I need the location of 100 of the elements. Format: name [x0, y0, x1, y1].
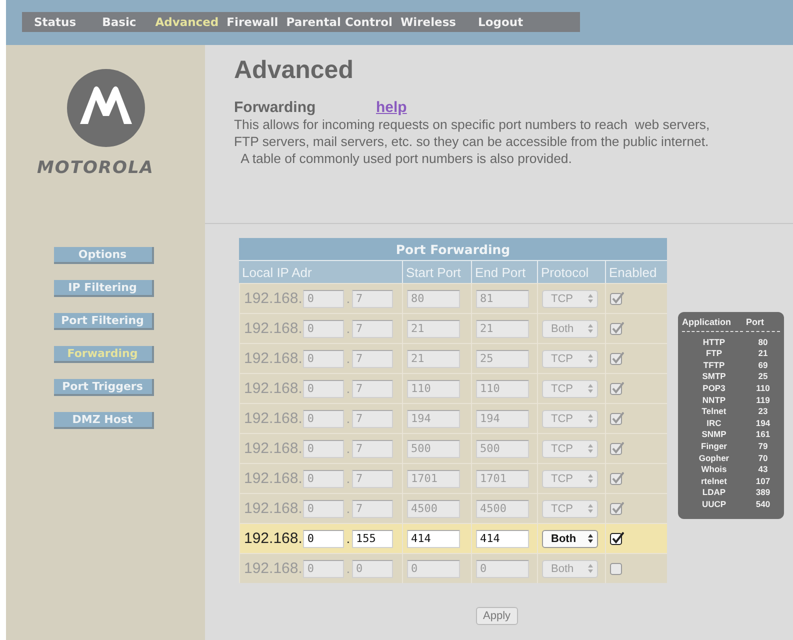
nav-tab[interactable]: Parental Control	[286, 15, 392, 29]
protocol-select[interactable]: TCP	[542, 350, 598, 368]
ip-octet-field[interactable]: 0	[303, 470, 344, 488]
port-field[interactable]: 21	[407, 350, 460, 368]
port-field[interactable]: 80	[407, 290, 460, 308]
port-field[interactable]: 414	[476, 530, 529, 548]
updown-arrows-icon	[588, 294, 593, 303]
application-name: Whois	[700, 464, 728, 476]
application-name: SMTP	[701, 371, 727, 383]
checkbox[interactable]	[610, 292, 624, 306]
ip-octet-field[interactable]: 7	[352, 440, 394, 458]
ip-octet-field[interactable]: 7	[352, 410, 394, 428]
protocol-select[interactable]: TCP	[542, 500, 598, 518]
ip-octet-field[interactable]: 7	[352, 320, 394, 338]
protocol-select[interactable]: Both	[542, 320, 598, 338]
updown-arrows-icon	[588, 504, 593, 513]
port-field[interactable]: 25	[476, 350, 529, 368]
ip-octet-field[interactable]: 7	[352, 500, 394, 518]
checkbox[interactable]	[610, 382, 624, 396]
page-title: Advanced	[234, 56, 354, 85]
column-header: End Port	[471, 260, 537, 283]
port-field[interactable]: 4500	[407, 500, 460, 518]
nav-tab[interactable]: Basic	[102, 15, 136, 29]
port-number: 194	[754, 418, 772, 430]
checkbox[interactable]	[610, 322, 624, 336]
port-field[interactable]: 21	[407, 320, 460, 338]
checkbox[interactable]	[610, 532, 624, 546]
checkbox[interactable]	[610, 352, 624, 366]
nav-tab[interactable]: Advanced	[155, 15, 219, 29]
application-name: rtelnet	[700, 476, 728, 488]
nav-tab[interactable]: Status	[34, 15, 76, 29]
sidebar-item[interactable]: Port Triggers	[54, 379, 154, 396]
ip-octet-field[interactable]: 0	[303, 350, 344, 368]
ip-octet-field[interactable]: 0	[303, 380, 344, 398]
ip-prefix: 192.168.	[244, 470, 302, 487]
ip-prefix: 192.168.	[244, 440, 302, 457]
protocol-select[interactable]: TCP	[542, 470, 598, 488]
protocol-select[interactable]: TCP	[542, 290, 598, 308]
ip-octet-field[interactable]: 0	[303, 410, 344, 428]
application-name: HTTP	[702, 336, 726, 348]
column-header: Enabled	[605, 260, 667, 283]
description-text: A table of commonly used port numbers is also provided.	[240, 151, 573, 167]
ip-octet-field[interactable]: 0	[303, 500, 344, 518]
nav-tab[interactable]: Firewall	[226, 15, 278, 29]
protocol-select[interactable]: TCP	[542, 380, 598, 398]
ip-octet-field[interactable]: 7	[352, 290, 394, 308]
nav-tab[interactable]: Logout	[478, 15, 524, 29]
ip-octet-field[interactable]: 0	[352, 560, 394, 578]
checkbox[interactable]	[610, 562, 624, 576]
ip-octet-field[interactable]: 155	[352, 530, 394, 548]
port-field[interactable]: 81	[476, 290, 529, 308]
port-field[interactable]: 0	[476, 560, 529, 578]
ip-octet-field[interactable]: 0	[303, 560, 344, 578]
ip-octet-field[interactable]: 0	[303, 290, 344, 308]
port-number: 80	[757, 336, 769, 348]
application-name: UUCP	[700, 498, 728, 510]
ip-dot: .	[346, 561, 350, 576]
legend-header: Port	[746, 317, 780, 332]
nav-tab[interactable]: Wireless	[400, 15, 456, 29]
sidebar-item[interactable]: DMZ Host	[54, 412, 154, 429]
checkbox[interactable]	[610, 442, 624, 456]
protocol-select[interactable]: TCP	[542, 410, 598, 428]
ip-octet-field[interactable]: 7	[352, 380, 394, 398]
port-field[interactable]: 0	[407, 560, 460, 578]
ip-octet-field[interactable]: 0	[303, 530, 344, 548]
port-field[interactable]: 500	[476, 440, 529, 458]
port-field[interactable]: 500	[407, 440, 460, 458]
ip-prefix: 192.168.	[244, 560, 302, 577]
ip-dot: .	[346, 381, 350, 396]
checkbox[interactable]	[610, 502, 624, 516]
protocol-select[interactable]: TCP	[542, 440, 598, 458]
checkbox[interactable]	[610, 472, 624, 486]
port-field[interactable]: 1701	[407, 470, 460, 488]
ip-octet-field[interactable]: 0	[303, 440, 344, 458]
column-header: Local IP Adr	[239, 260, 402, 283]
column-header: Protocol	[537, 260, 605, 283]
port-field[interactable]: 414	[407, 530, 460, 548]
port-field[interactable]: 4500	[476, 500, 529, 518]
ip-prefix: 192.168.	[244, 320, 302, 337]
port-field[interactable]: 21	[476, 320, 529, 338]
checkbox[interactable]	[610, 412, 624, 426]
help-link[interactable]: help	[376, 99, 407, 116]
ip-octet-field[interactable]: 7	[352, 350, 394, 368]
sidebar-item[interactable]: IP Filtering	[54, 280, 154, 297]
port-number: 23	[757, 406, 769, 418]
port-field[interactable]: 110	[476, 380, 529, 398]
sidebar-item[interactable]: Options	[54, 247, 154, 264]
sidebar-item[interactable]: Forwarding	[54, 346, 154, 363]
ip-octet-field[interactable]: 7	[352, 470, 394, 488]
application-name: LDAP	[701, 487, 727, 499]
apply-button[interactable]: Apply	[476, 607, 518, 625]
sidebar-item[interactable]: Port Filtering	[54, 313, 154, 330]
port-field[interactable]: 194	[476, 410, 529, 428]
ip-prefix: 192.168.	[244, 410, 302, 427]
ip-octet-field[interactable]: 0	[303, 320, 344, 338]
port-field[interactable]: 1701	[476, 470, 529, 488]
port-field[interactable]: 110	[407, 380, 460, 398]
port-field[interactable]: 194	[407, 410, 460, 428]
protocol-select[interactable]: Both	[542, 530, 598, 548]
protocol-select[interactable]: Both	[542, 560, 598, 578]
